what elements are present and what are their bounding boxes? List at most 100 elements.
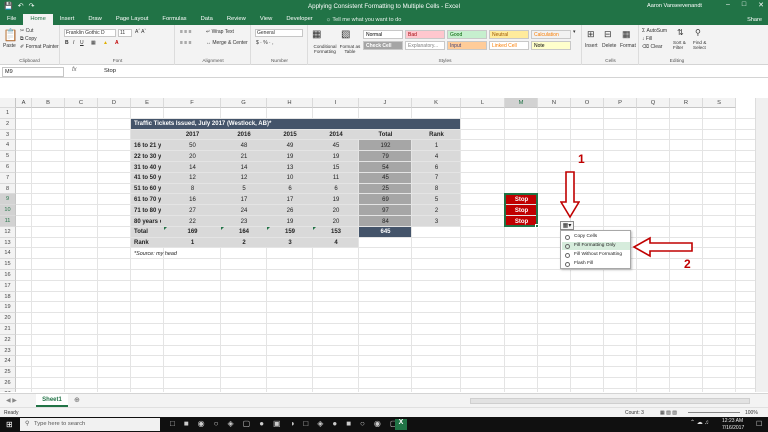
row-label[interactable]: 16 to 21 years bbox=[134, 141, 161, 151]
tab-file[interactable]: File bbox=[0, 14, 23, 25]
row-header[interactable]: 9 bbox=[0, 194, 16, 206]
row-header[interactable]: 8 bbox=[0, 183, 16, 195]
table-cell[interactable]: 12 bbox=[224, 173, 264, 183]
table-cell[interactable]: 20 bbox=[316, 206, 356, 216]
menu-flash-fill[interactable]: Flash Fill bbox=[562, 260, 630, 268]
column-header[interactable]: H bbox=[267, 98, 313, 108]
rank-cell[interactable]: 1 bbox=[167, 238, 218, 248]
row-header[interactable]: 27 bbox=[0, 388, 16, 392]
table-cell[interactable]: 17 bbox=[224, 195, 264, 205]
grow-font-icon[interactable]: Aˆ Aˇ bbox=[135, 29, 146, 35]
maximize-icon[interactable]: □ bbox=[742, 1, 746, 9]
column-header[interactable]: G bbox=[221, 98, 267, 108]
rank-cell[interactable]: 3 bbox=[270, 238, 310, 248]
table-cell[interactable]: 19 bbox=[316, 195, 356, 205]
fill-handle[interactable] bbox=[535, 223, 539, 228]
tray-icons[interactable]: ⌃ ☁ ♫ bbox=[690, 419, 709, 426]
menu-fill-formatting-only[interactable]: Fill Formatting Only bbox=[562, 242, 630, 250]
copy-button[interactable]: ⧉ Copy bbox=[20, 36, 37, 42]
gallery-more-icon[interactable]: ▾ bbox=[573, 29, 576, 35]
format-cells-icon[interactable]: ▦ bbox=[622, 29, 631, 40]
tab-home[interactable]: Home bbox=[23, 14, 53, 25]
table-cell[interactable]: 49 bbox=[270, 141, 310, 151]
clock-time[interactable]: 12:23 AM bbox=[722, 418, 743, 424]
table-cell[interactable]: 4 bbox=[415, 152, 458, 162]
row-header[interactable]: 7 bbox=[0, 172, 16, 184]
table-cell[interactable]: 8 bbox=[415, 184, 458, 194]
column-header[interactable]: L bbox=[461, 98, 505, 108]
add-sheet-icon[interactable]: ⊕ bbox=[74, 396, 80, 404]
style-cell[interactable]: Good bbox=[447, 30, 487, 39]
rank-label[interactable]: Rank bbox=[134, 238, 161, 248]
column-header[interactable]: S bbox=[703, 98, 736, 108]
table-title[interactable]: Traffic Tickets Issued, July 2017 (Westl… bbox=[134, 119, 458, 129]
table-cell[interactable]: 48 bbox=[224, 141, 264, 151]
total-cell[interactable]: 153 bbox=[316, 227, 356, 237]
font-size-select[interactable]: 11 bbox=[118, 29, 132, 37]
table-cell[interactable]: 12 bbox=[167, 173, 218, 183]
tab-review[interactable]: Review bbox=[220, 14, 253, 25]
column-heading[interactable]: 2014 bbox=[316, 130, 356, 140]
total-cell[interactable]: 159 bbox=[270, 227, 310, 237]
conditional-formatting-icon[interactable]: ▦ bbox=[312, 29, 321, 40]
column-header[interactable]: A bbox=[16, 98, 32, 108]
style-cell[interactable]: Note bbox=[531, 41, 571, 50]
find-select-button[interactable]: Find & Select bbox=[693, 40, 713, 50]
table-cell[interactable]: 16 bbox=[167, 195, 218, 205]
row-header[interactable]: 15 bbox=[0, 259, 16, 270]
cut-button[interactable]: ✂ Cut bbox=[20, 28, 33, 34]
row-header[interactable]: 10 bbox=[0, 205, 16, 216]
column-header[interactable]: J bbox=[359, 98, 412, 108]
column-header[interactable]: O bbox=[571, 98, 604, 108]
user-name[interactable]: Aaron Vanseevenandt bbox=[647, 3, 702, 9]
table-cell[interactable]: 192 bbox=[362, 141, 409, 151]
tab-view[interactable]: View bbox=[253, 14, 279, 25]
fill-color-icon[interactable]: ▲ bbox=[103, 40, 108, 46]
row-header[interactable]: 14 bbox=[0, 248, 16, 260]
table-cell[interactable]: 50 bbox=[167, 141, 218, 151]
row-header[interactable]: 24 bbox=[0, 356, 16, 368]
row-label[interactable]: 22 to 30 years bbox=[134, 152, 161, 162]
row-label[interactable]: 31 to 40 years bbox=[134, 163, 161, 173]
table-cell[interactable]: 84 bbox=[362, 217, 409, 227]
row-header[interactable]: 21 bbox=[0, 324, 16, 335]
table-cell[interactable]: 26 bbox=[270, 206, 310, 216]
table-cell[interactable]: 7 bbox=[415, 173, 458, 183]
notifications-icon[interactable]: ☐ bbox=[756, 420, 762, 428]
font-name-select[interactable]: Franklin Gothic D bbox=[64, 29, 116, 37]
delete-cells-icon[interactable]: ⊟ bbox=[604, 29, 612, 40]
view-buttons-icon[interactable]: ▦ ▧ ▨ bbox=[660, 410, 677, 416]
auto-fill-options-button[interactable]: ▦▾ bbox=[560, 221, 574, 230]
vertical-scrollbar[interactable] bbox=[755, 98, 768, 392]
scroll-sheets-icon[interactable]: ◀ ▶ bbox=[6, 397, 17, 404]
table-cell[interactable]: 24 bbox=[224, 206, 264, 216]
insert-cells-icon[interactable]: ⊞ bbox=[587, 29, 595, 40]
clear-button[interactable]: ⌫ Clear bbox=[642, 44, 662, 50]
format-cells-button[interactable]: Format bbox=[620, 43, 636, 49]
name-box[interactable]: M9 bbox=[2, 67, 64, 77]
find-icon[interactable]: ⚲ bbox=[695, 28, 701, 37]
table-cell[interactable]: 5 bbox=[224, 184, 264, 194]
table-cell[interactable]: 21 bbox=[224, 152, 264, 162]
sort-filter-button[interactable]: Sort & Filter bbox=[673, 40, 691, 50]
total-cell[interactable]: 169 bbox=[167, 227, 218, 237]
error-indicator-icon[interactable] bbox=[313, 226, 316, 230]
table-cell[interactable]: 22 bbox=[167, 217, 218, 227]
row-label[interactable]: 80 years or older bbox=[134, 217, 161, 227]
row-header[interactable]: 6 bbox=[0, 162, 16, 173]
table-cell[interactable]: 8 bbox=[167, 184, 218, 194]
minimize-icon[interactable]: – bbox=[726, 1, 730, 9]
row-header[interactable]: 12 bbox=[0, 226, 16, 238]
table-cell[interactable]: 5 bbox=[415, 195, 458, 205]
format-table-icon[interactable]: ▧ bbox=[341, 29, 350, 40]
table-cell[interactable]: 13 bbox=[270, 163, 310, 173]
column-header[interactable]: N bbox=[538, 98, 571, 108]
row-header[interactable]: 3 bbox=[0, 129, 16, 141]
column-heading[interactable]: 2016 bbox=[224, 130, 264, 140]
fx-icon[interactable]: fx bbox=[72, 67, 77, 73]
total-label[interactable]: Total bbox=[134, 227, 161, 237]
row-header[interactable]: 4 bbox=[0, 140, 16, 152]
row-label[interactable]: 61 to 70 years bbox=[134, 195, 161, 205]
tab-insert[interactable]: Insert bbox=[53, 14, 82, 25]
table-cell[interactable]: 20 bbox=[316, 217, 356, 227]
